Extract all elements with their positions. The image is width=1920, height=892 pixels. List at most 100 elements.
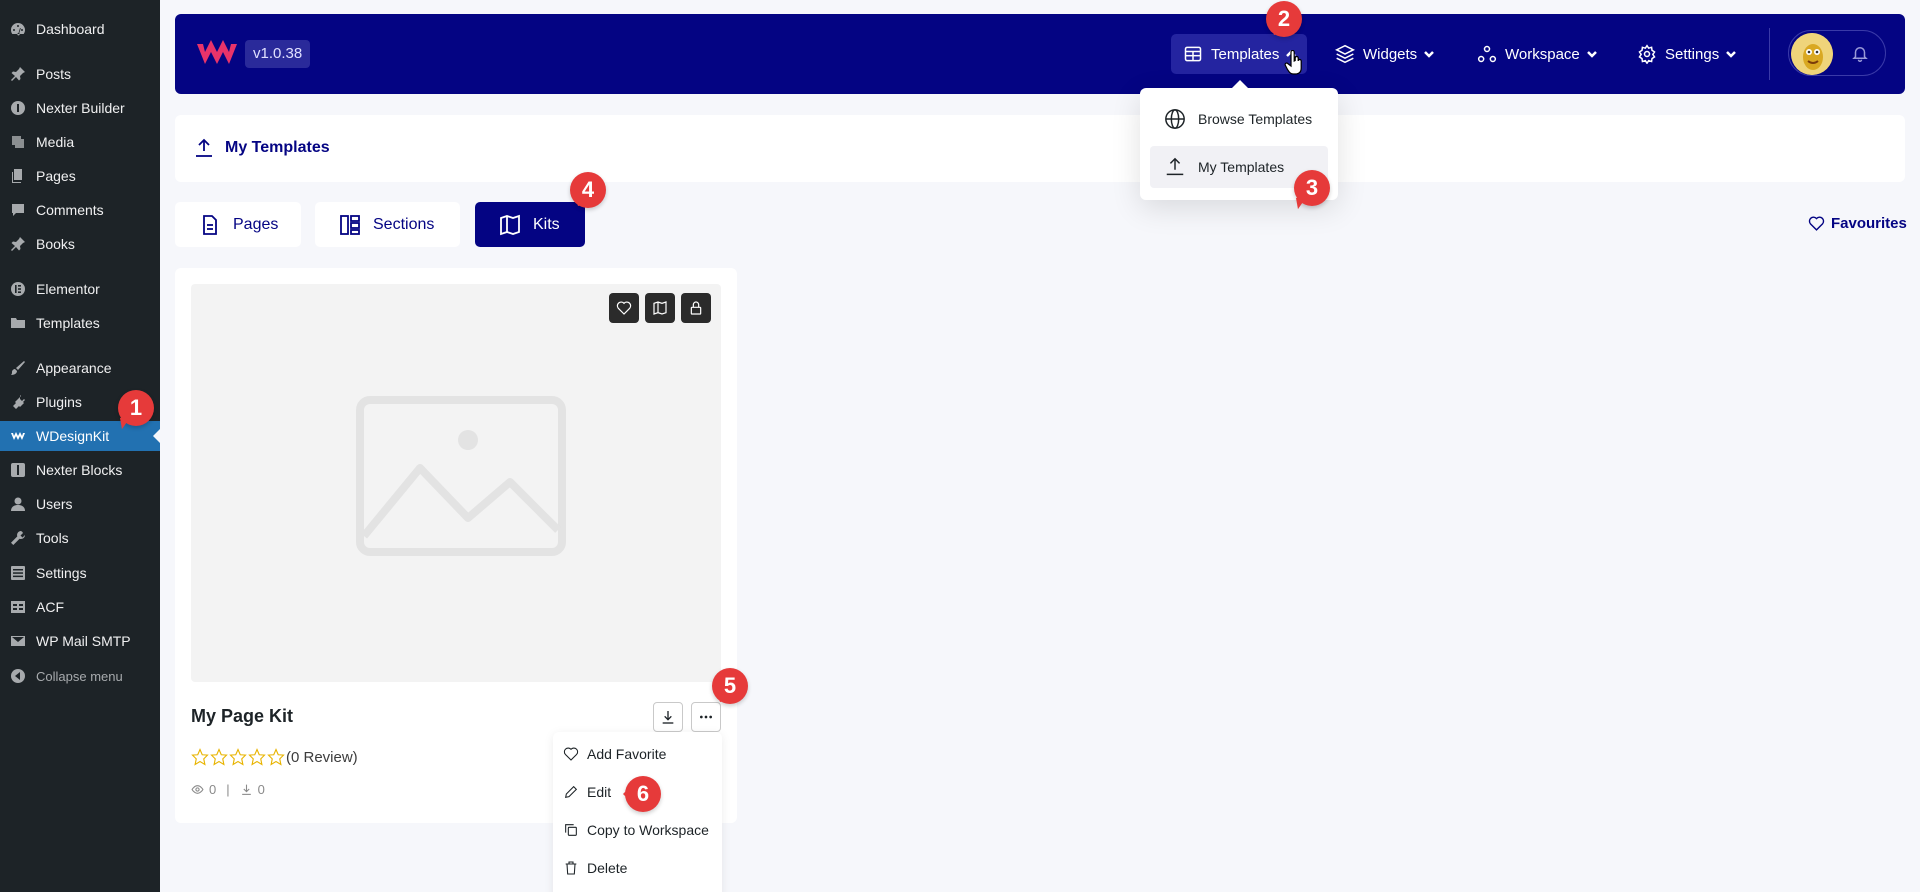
sidebar-item-nexter-blocks[interactable]: Nexter Blocks (0, 455, 160, 485)
add-favorite-menu-item[interactable]: Add Favorite (563, 742, 666, 766)
browse-templates-menu-item[interactable]: Browse Templates (1150, 98, 1328, 140)
tab-sections-label: Sections (373, 215, 435, 233)
sidebar-item-label: Templates (36, 315, 100, 331)
pin-icon (9, 65, 27, 83)
downloads-count: 0 (257, 782, 265, 797)
user-icon (9, 495, 27, 513)
workspace-nav-button[interactable]: Workspace (1477, 34, 1598, 74)
sidebar-item-nexter-builder[interactable]: Nexter Builder (0, 93, 160, 123)
favourites-link[interactable]: Favourites (1808, 215, 1907, 232)
star-icon (248, 748, 266, 766)
widgets-nav-button[interactable]: Widgets (1335, 34, 1435, 74)
trash-icon (565, 861, 577, 875)
sidebar-item-wp-mail-smtp[interactable]: WP Mail SMTP (0, 626, 160, 656)
heart-icon (563, 747, 579, 761)
kit-title: My Page Kit (191, 706, 294, 726)
page-icon (203, 214, 217, 235)
favourites-label: Favourites (1831, 215, 1907, 232)
step-marker: 2 (1266, 1, 1302, 37)
lock-icon (690, 301, 702, 315)
settings-nav-label: Settings (1665, 45, 1720, 63)
sidebar-item-label: Tools (36, 530, 69, 546)
elementor-icon (9, 280, 27, 298)
dashboard-icon (9, 20, 27, 38)
info-icon (9, 99, 27, 117)
sidebar-item-elementor[interactable]: Elementor (0, 274, 160, 304)
sidebar-item-acf[interactable]: ACF (0, 592, 160, 622)
comment-icon (9, 201, 27, 219)
settings-nav-button[interactable]: Settings (1637, 34, 1737, 74)
pencil-icon (564, 785, 578, 799)
tab-pages[interactable]: Pages (175, 202, 301, 247)
wdesignkit-icon (9, 427, 27, 445)
widgets-nav-label: Widgets (1363, 45, 1418, 63)
sidebar-item-media[interactable]: Media (0, 127, 160, 157)
sidebar-item-label: WDesignKit (36, 428, 110, 444)
sidebar-item-settings[interactable]: Settings (0, 558, 160, 588)
sidebar-item-templates[interactable]: Templates (0, 308, 160, 338)
kit-thumbnail[interactable] (191, 284, 721, 682)
workspace-icon (1477, 45, 1497, 63)
profile-toggle[interactable] (1788, 30, 1886, 76)
sidebar-item-comments[interactable]: Comments (0, 195, 160, 225)
edit-label: Edit (587, 784, 612, 800)
wdesignkit-logo[interactable] (195, 36, 239, 70)
avatar[interactable] (1791, 33, 1833, 75)
gear-icon (1638, 44, 1656, 64)
media-icon (9, 133, 27, 151)
step-marker: 6 (623, 776, 661, 812)
copy-icon (565, 824, 577, 836)
copy-to-workspace-label: Copy to Workspace (587, 822, 709, 838)
review-count: (0 Review) (286, 748, 358, 766)
copy-to-workspace-menu-item[interactable]: Copy to Workspace (563, 818, 709, 842)
sidebar-item-label: Plugins (36, 394, 82, 410)
folder-icon (9, 314, 27, 332)
step-marker: 3 (1294, 170, 1330, 206)
bell-icon[interactable] (1851, 44, 1869, 62)
add-favorite-label: Add Favorite (587, 746, 667, 762)
eye-icon (191, 785, 204, 794)
download-icon (241, 784, 251, 795)
tab-kits-label: Kits (533, 215, 560, 233)
settings-icon (9, 564, 27, 582)
sidebar-item-pages[interactable]: Pages (0, 161, 160, 191)
sidebar-item-users[interactable]: Users (0, 489, 160, 519)
sidebar-item-posts[interactable]: Posts (0, 59, 160, 89)
sidebar-item-label: Users (36, 496, 73, 512)
download-kit-button[interactable] (653, 702, 683, 732)
mail-icon (9, 632, 27, 650)
wrench-icon (9, 529, 27, 547)
layers-icon (1335, 44, 1355, 64)
kit-action-menu: Add Favorite Edit Copy to Workspace Dele… (553, 732, 722, 892)
chevron-down-icon (1726, 51, 1737, 58)
sidebar-item-books[interactable]: Books (0, 229, 160, 259)
sidebar-item-dashboard[interactable]: Dashboard (0, 14, 160, 44)
star-icon (191, 748, 209, 766)
wdesignkit-topbar: v1.0.38 Templates Widgets Workspace Sett… (175, 14, 1905, 94)
edit-menu-item[interactable]: Edit (563, 780, 611, 804)
sidebar-item-label: Appearance (36, 360, 112, 376)
sidebar-item-tools[interactable]: Tools (0, 523, 160, 553)
heart-icon (1808, 216, 1825, 231)
sidebar-item-appearance[interactable]: Appearance (0, 353, 160, 383)
kit-lock-button[interactable] (681, 293, 711, 323)
kit-type-button[interactable] (645, 293, 675, 323)
delete-menu-item[interactable]: Delete (563, 856, 627, 880)
plug-icon (9, 393, 27, 411)
pages-icon (9, 167, 27, 185)
collapse-menu-button[interactable]: Collapse menu (0, 661, 160, 691)
wp-admin-sidebar: Dashboard Posts Nexter Builder Media Pag… (0, 0, 160, 892)
star-icon (229, 748, 247, 766)
image-placeholder-icon (356, 396, 566, 556)
favorite-kit-button[interactable] (609, 293, 639, 323)
brush-icon (9, 359, 27, 377)
pin-icon (9, 235, 27, 253)
version-badge: v1.0.38 (245, 40, 311, 68)
tab-sections[interactable]: Sections (315, 202, 460, 247)
workspace-nav-label: Workspace (1505, 45, 1580, 63)
delete-label: Delete (587, 860, 628, 876)
sidebar-item-label: Nexter Builder (36, 100, 125, 116)
topbar-divider (1769, 28, 1770, 80)
page-heading-panel: My Templates (175, 115, 1905, 182)
sidebar-item-label: Nexter Blocks (36, 462, 123, 478)
